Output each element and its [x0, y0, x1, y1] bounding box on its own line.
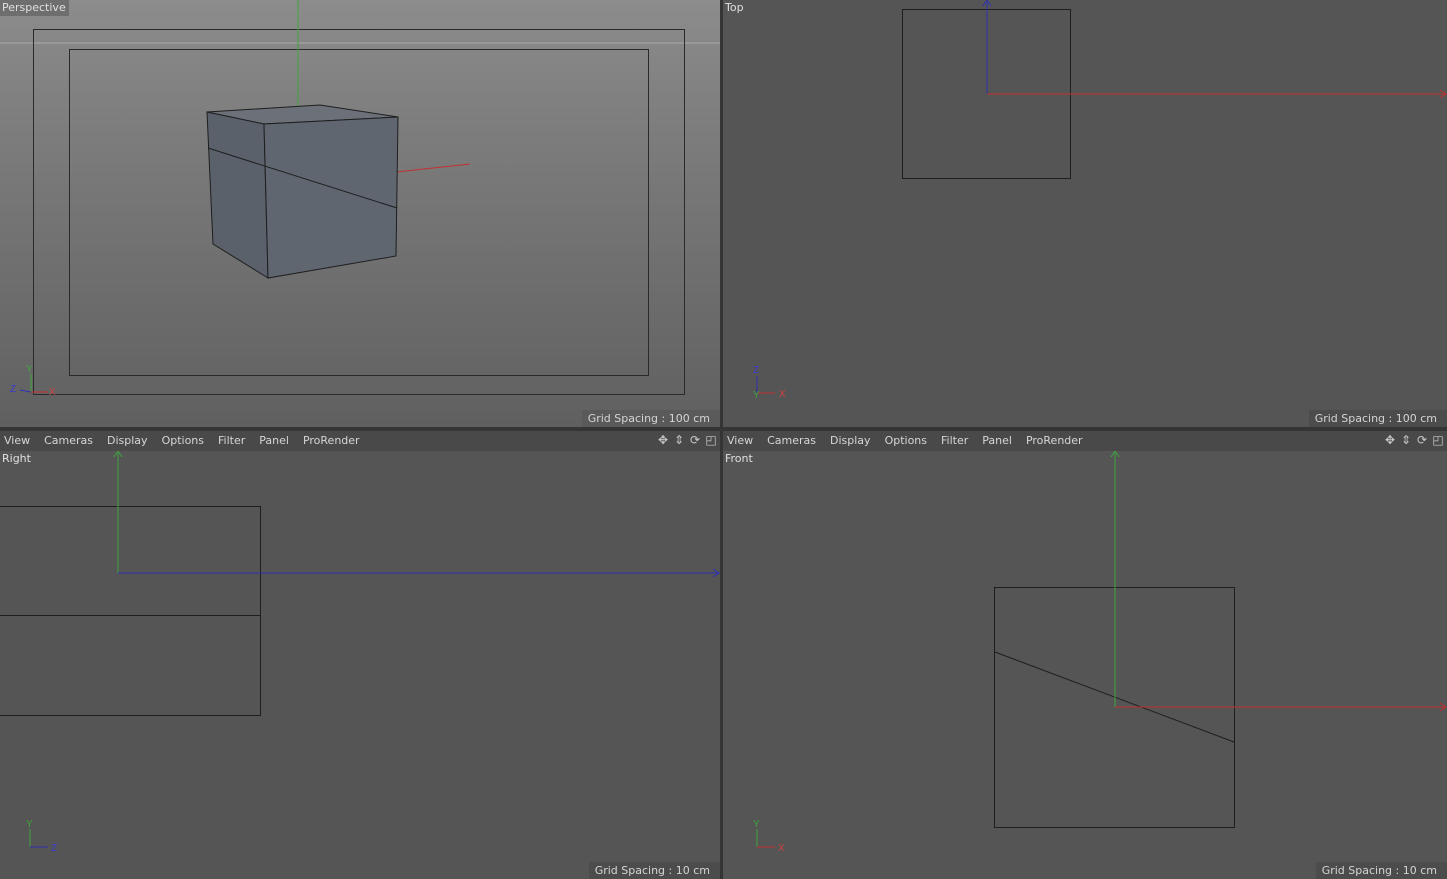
maximize-view-icon[interactable]: ◰: [704, 433, 718, 447]
cube-right-face: [263, 116, 399, 279]
right-viewport-panel: View Cameras Display Options Filter Pane…: [0, 431, 720, 879]
menu-panel[interactable]: Panel: [975, 431, 1019, 451]
gizmo-y-label: Y: [26, 364, 33, 375]
perspective-viewport[interactable]: Y Z X Perspective Grid Spacing : 100 cm: [0, 0, 720, 427]
right-viewport[interactable]: Y Z Right Grid Spacing : 10 cm: [0, 451, 720, 879]
grid-spacing-label: Grid Spacing : 100 cm: [1308, 410, 1447, 427]
menu-view[interactable]: View: [723, 431, 760, 451]
viewport-label-right[interactable]: Right: [0, 451, 34, 467]
viewport-label-perspective[interactable]: Perspective: [0, 0, 69, 16]
axis-gizmo: Z Y X: [753, 365, 786, 401]
gizmo-x-label: X: [778, 843, 785, 854]
viewport-menubar: View Cameras Display Options Filter Pane…: [723, 431, 1447, 452]
viewport-divider-horizontal[interactable]: [0, 427, 1447, 431]
front-scene[interactable]: Y X: [723, 451, 1447, 879]
axis-gizmo: Y Z: [26, 819, 57, 854]
menu-display[interactable]: Display: [823, 431, 878, 451]
viewport-label-top[interactable]: Top: [723, 0, 747, 16]
rotate-view-icon[interactable]: ⟳: [688, 433, 702, 447]
cube-object[interactable]: [206, 104, 399, 279]
front-viewport-panel: View Cameras Display Options Filter Pane…: [723, 431, 1447, 879]
gizmo-z-label: Z: [51, 843, 57, 854]
menu-prorender[interactable]: ProRender: [296, 431, 367, 451]
menu-view[interactable]: View: [0, 431, 37, 451]
viewport-divider-vertical[interactable]: [720, 0, 723, 879]
zoom-view-icon[interactable]: ⇕: [672, 433, 686, 447]
menu-prorender[interactable]: ProRender: [1019, 431, 1090, 451]
menu-display[interactable]: Display: [100, 431, 155, 451]
x-axis-line: [395, 163, 471, 173]
gizmo-z-label: Z: [10, 384, 16, 395]
gizmo-x-label: X: [779, 389, 786, 400]
gizmo-z-label: Z: [753, 365, 759, 376]
gizmo-y-label: Y: [753, 819, 760, 830]
right-scene[interactable]: Y Z: [0, 451, 720, 879]
grid-spacing-label: Grid Spacing : 10 cm: [1315, 862, 1447, 879]
menu-options[interactable]: Options: [878, 431, 934, 451]
zoom-view-icon[interactable]: ⇕: [1399, 433, 1413, 447]
menu-cameras[interactable]: Cameras: [760, 431, 823, 451]
top-viewport[interactable]: Z Y X Top Grid Spacing : 100 cm: [723, 0, 1447, 427]
viewport-label-front[interactable]: Front: [723, 451, 756, 467]
menu-cameras[interactable]: Cameras: [37, 431, 100, 451]
perspective-scene[interactable]: Y Z X: [0, 0, 720, 427]
gizmo-x-label: X: [49, 387, 56, 398]
top-scene[interactable]: Z Y X: [723, 0, 1447, 427]
rotate-view-icon[interactable]: ⟳: [1415, 433, 1429, 447]
menu-options[interactable]: Options: [155, 431, 211, 451]
move-view-icon[interactable]: ✥: [656, 433, 670, 447]
menu-panel[interactable]: Panel: [252, 431, 296, 451]
move-view-icon[interactable]: ✥: [1383, 433, 1397, 447]
gizmo-y-label: Y: [753, 390, 760, 401]
grid-spacing-label: Grid Spacing : 10 cm: [588, 862, 720, 879]
viewport-menubar: View Cameras Display Options Filter Pane…: [0, 431, 720, 452]
cube-outline[interactable]: [0, 506, 261, 716]
grid-spacing-label: Grid Spacing : 100 cm: [581, 410, 720, 427]
axis-gizmo: Y X: [753, 819, 785, 854]
maximize-view-icon[interactable]: ◰: [1431, 433, 1445, 447]
front-viewport[interactable]: Y X Front Grid Spacing : 10 cm: [723, 451, 1447, 879]
cube-left-face: [206, 111, 269, 279]
menu-filter[interactable]: Filter: [934, 431, 975, 451]
menu-filter[interactable]: Filter: [211, 431, 252, 451]
gizmo-y-label: Y: [26, 819, 33, 830]
